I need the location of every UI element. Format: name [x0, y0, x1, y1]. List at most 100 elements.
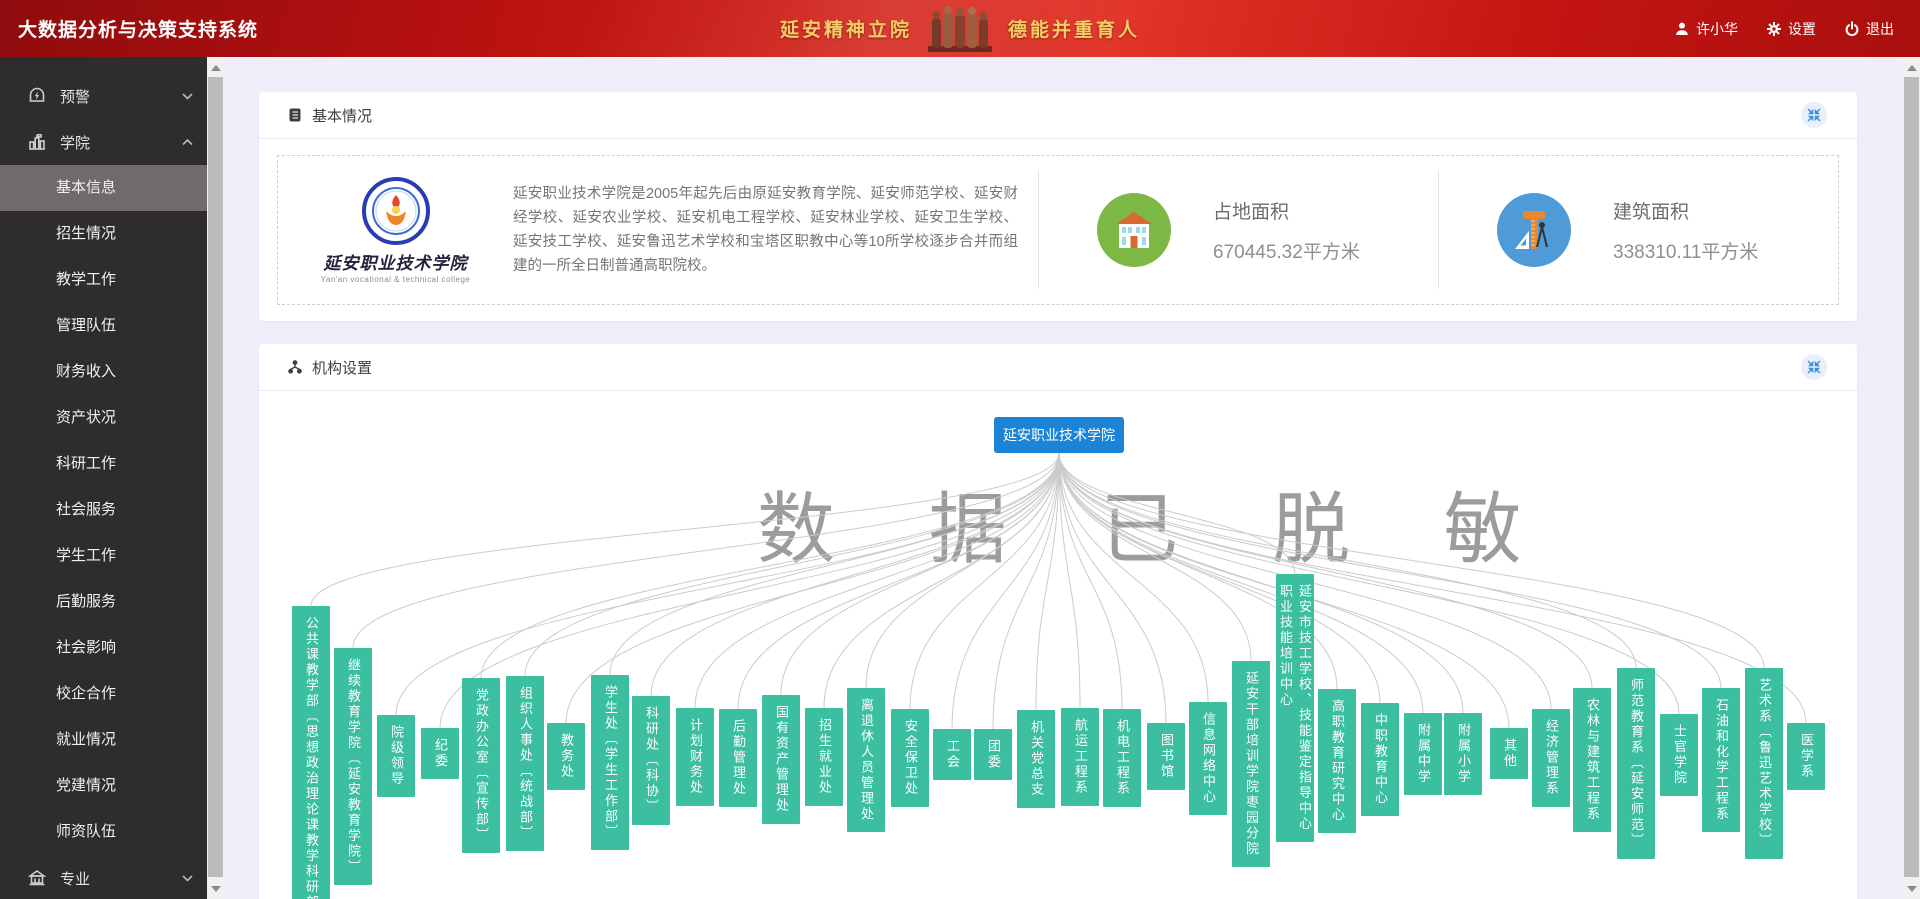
drafting-tools-icon: [1497, 193, 1571, 267]
sidebar-subitem-10[interactable]: 社会影响: [0, 625, 207, 671]
logout-button[interactable]: 退出: [1844, 19, 1894, 39]
sidebar-subitem-11[interactable]: 校企合作: [0, 671, 207, 717]
org-node[interactable]: 工会: [933, 729, 971, 780]
collapse-panel-button[interactable]: [1801, 102, 1827, 128]
org-node[interactable]: 附属中学: [1404, 713, 1442, 795]
settings-button[interactable]: 设置: [1766, 19, 1816, 39]
alert-icon: [28, 87, 46, 105]
org-node[interactable]: 纪委: [421, 728, 459, 779]
sidebar: 预警 学院 基本信息招生情况教学工作管理队伍财务收入资产状况科研工作社会服务学生: [0, 57, 207, 899]
basic-info-card-header: 基本情况: [259, 92, 1857, 139]
org-chart: 数 据 已 脱 敏 延安职业技术学院 公共课教学部〔思想政治理论课教学科研部〕继…: [259, 391, 1857, 899]
page-right-scrollbar[interactable]: [1903, 57, 1920, 899]
sidebar-subitem-6[interactable]: 科研工作: [0, 441, 207, 487]
collapse-panel-button[interactable]: [1801, 354, 1827, 380]
org-node[interactable]: 招生就业处: [805, 708, 843, 806]
sidebar-subitem-9[interactable]: 后勤服务: [0, 579, 207, 625]
chevron-up-icon: [182, 139, 193, 146]
org-node[interactable]: 后勤管理处: [719, 709, 757, 807]
stat-value: 338310.11平方米: [1613, 237, 1758, 264]
org-node[interactable]: 信息网络中心: [1189, 702, 1227, 815]
scroll-down-arrow-icon[interactable]: [207, 880, 224, 897]
org-node[interactable]: 中职教育中心: [1361, 703, 1399, 816]
org-card-header: 机构设置: [259, 344, 1857, 391]
logout-label: 退出: [1866, 19, 1894, 39]
sidebar-subitem-2[interactable]: 教学工作: [0, 257, 207, 303]
scrollbar-thumb[interactable]: [1904, 77, 1919, 877]
statue-image: [928, 6, 992, 52]
sidebar-subitem-13[interactable]: 党建情况: [0, 763, 207, 809]
org-node[interactable]: 附属小学: [1444, 713, 1482, 795]
org-root-node[interactable]: 延安职业技术学院: [994, 417, 1124, 453]
org-node[interactable]: 医学系: [1787, 723, 1825, 790]
slogan-right: 德能并重育人: [1008, 15, 1140, 42]
gear-icon: [1766, 21, 1782, 37]
sidebar-subitem-14[interactable]: 师资队伍: [0, 809, 207, 855]
org-node[interactable]: 国有资产管理处: [762, 695, 800, 824]
content-left-scrollbar[interactable]: [207, 57, 224, 899]
org-node[interactable]: 计划财务处: [676, 708, 714, 806]
college-description: 延安职业技术学院是2005年起先后由原延安教育学院、延安师范学校、延安财经学校、…: [513, 182, 1018, 278]
org-node[interactable]: 组织人事处〔统战部〕: [506, 676, 544, 851]
org-node[interactable]: 航运工程系: [1061, 708, 1099, 806]
settings-label: 设置: [1788, 19, 1816, 39]
org-node[interactable]: 职业技能培训中心 延安市技工学校、技能鉴定指导中心: [1276, 574, 1314, 842]
user-menu[interactable]: 许小华: [1674, 19, 1738, 39]
sidebar-subitem-4[interactable]: 财务收入: [0, 349, 207, 395]
sidebar-subitem-3[interactable]: 管理队伍: [0, 303, 207, 349]
sidebar-subitem-1[interactable]: 招生情况: [0, 211, 207, 257]
college-submenu: 基本信息招生情况教学工作管理队伍财务收入资产状况科研工作社会服务学生工作后勤服务…: [0, 165, 207, 855]
org-node[interactable]: 教务处: [547, 723, 585, 790]
org-node[interactable]: 师范教育系〔延安师范〕: [1617, 668, 1655, 859]
sidebar-subitem-12[interactable]: 就业情况: [0, 717, 207, 763]
major-icon: [28, 869, 46, 887]
org-node[interactable]: 机电工程系: [1103, 709, 1141, 807]
sidebar-item-college[interactable]: 学院: [0, 119, 207, 165]
org-node[interactable]: 离退休人员管理处: [847, 688, 885, 832]
chevron-down-icon: [182, 875, 193, 882]
sidebar-item-warning[interactable]: 预警: [0, 73, 207, 119]
org-node[interactable]: 艺术系〔鲁迅艺术学校〕: [1745, 668, 1783, 859]
sidebar-item-label: 预警: [60, 86, 182, 107]
org-node[interactable]: 科研处〔科协〕: [632, 696, 670, 825]
org-node[interactable]: 其他: [1490, 728, 1528, 779]
sidebar-subitem-7[interactable]: 社会服务: [0, 487, 207, 533]
sidebar-subitem-8[interactable]: 学生工作: [0, 533, 207, 579]
org-node[interactable]: 院级领导: [377, 715, 415, 797]
org-node[interactable]: 公共课教学部〔思想政治理论课教学科研部〕: [292, 606, 330, 899]
header-banner: 延安精神立院 德能并重育人: [780, 0, 1140, 57]
app-title: 大数据分析与决策支持系统: [0, 15, 258, 42]
org-node[interactable]: 党政办公室〔宣传部〕: [462, 678, 500, 853]
org-node[interactable]: 士官学院: [1660, 714, 1698, 796]
org-node[interactable]: 高职教育研究中心: [1318, 689, 1356, 833]
sidebar-subitem-5[interactable]: 资产状况: [0, 395, 207, 441]
college-name-english: Yan'an vocational & technical college: [321, 275, 471, 284]
slogan-left: 延安精神立院: [780, 15, 912, 42]
header-actions: 许小华 设置 退出: [1674, 19, 1920, 39]
college-emblem-icon: [362, 177, 430, 245]
basic-info-card: 基本情况: [259, 92, 1857, 321]
college-name-calligraphy: 延安职业技术学院: [324, 249, 468, 274]
scrollbar-thumb[interactable]: [208, 77, 223, 877]
org-node[interactable]: 延安干部培训学院枣园分院: [1232, 661, 1270, 867]
org-node[interactable]: 机关党总支: [1017, 710, 1055, 808]
stat-label: 建筑面积: [1613, 197, 1758, 224]
org-node[interactable]: 农林与建筑工程系: [1573, 688, 1611, 832]
org-node[interactable]: 团委: [974, 729, 1012, 780]
sidebar-item-major[interactable]: 专业: [0, 855, 207, 899]
sidebar-subitem-0[interactable]: 基本信息: [0, 165, 207, 211]
org-node[interactable]: 继续教育学院〔延安教育学院〕: [334, 648, 372, 885]
user-name: 许小华: [1696, 19, 1738, 39]
scroll-up-arrow-icon[interactable]: [207, 59, 224, 76]
card-title: 机构设置: [312, 357, 1801, 378]
scroll-up-arrow-icon[interactable]: [1903, 59, 1920, 76]
notebook-icon: [287, 107, 303, 123]
org-node[interactable]: 学生处〔学生工作部〕: [591, 675, 629, 850]
org-node[interactable]: 经济管理系: [1532, 709, 1570, 807]
intro-box: 延安职业技术学院 Yan'an vocational & technical c…: [277, 155, 1839, 305]
org-node[interactable]: 安全保卫处: [891, 709, 929, 807]
stat-land-area: 占地面积 670445.32平方米: [1039, 193, 1438, 267]
org-node[interactable]: 图书馆: [1147, 723, 1185, 790]
org-node[interactable]: 石油和化学工程系: [1702, 688, 1740, 832]
scroll-down-arrow-icon[interactable]: [1903, 880, 1920, 897]
